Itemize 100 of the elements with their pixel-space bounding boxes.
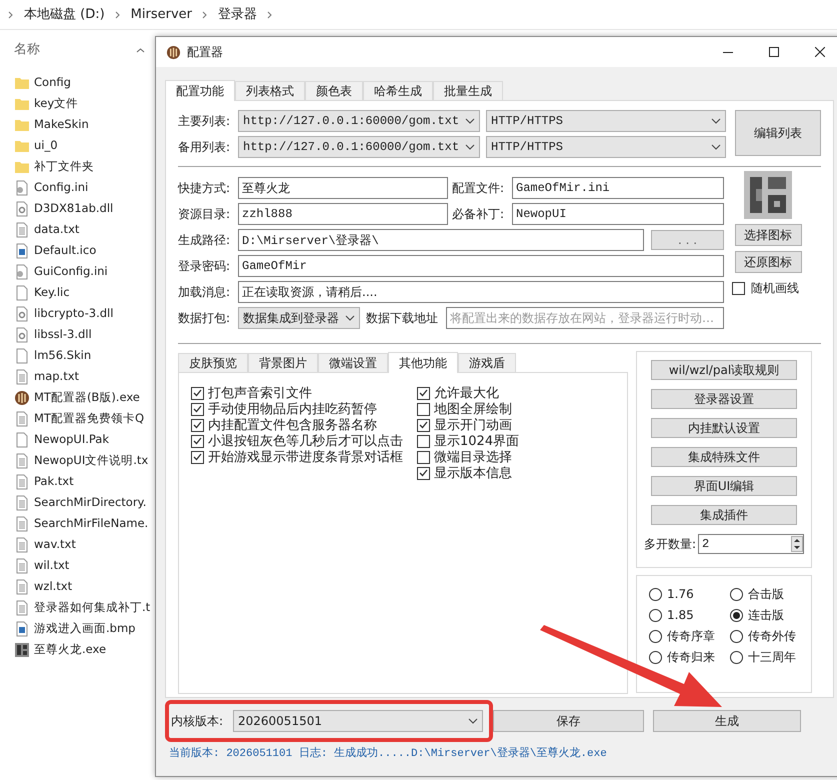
file-name[interactable]: wzl.txt <box>34 578 72 596</box>
button[interactable]: wil/wzl/pal读取规则 <box>651 360 797 380</box>
file-name[interactable]: SearchMirDirectory. <box>34 494 146 512</box>
button[interactable]: 还原图标 <box>734 251 802 273</box>
chevron-right-icon <box>267 10 273 18</box>
checkbox[interactable] <box>417 450 430 464</box>
protocol-dropdown[interactable]: HTTP/HTTPS <box>486 110 726 132</box>
file-name[interactable]: 补丁文件夹 <box>34 158 94 176</box>
text-field[interactable]: 至尊火龙 <box>238 177 448 199</box>
core-version-dropdown[interactable]: 20260051501 <box>233 710 483 732</box>
file-name[interactable]: NewopUI.Pak <box>34 430 110 448</box>
checkbox[interactable] <box>191 434 204 448</box>
button[interactable]: 生成 <box>653 710 801 732</box>
file-name[interactable]: MT配置器(B版).exe <box>34 388 140 406</box>
tab[interactable]: 配置功能 <box>165 80 235 101</box>
tab[interactable]: 游戏盾 <box>458 353 516 372</box>
protocol-dropdown[interactable]: HTTP/HTTPS <box>486 136 726 158</box>
text-field[interactable]: D:\Mirserver\登录器\ <box>238 229 644 251</box>
file-name[interactable]: Pak.txt <box>34 472 74 490</box>
file-name[interactable]: lm56.Skin <box>34 346 92 364</box>
checkbox[interactable] <box>417 418 430 432</box>
tab[interactable]: 颜色表 <box>305 81 363 100</box>
file-name[interactable]: Config <box>34 74 71 92</box>
text-field[interactable]: NewopUI <box>512 203 724 225</box>
breadcrumb-item[interactable]: Mirserver <box>130 4 192 24</box>
file-name[interactable]: wil.txt <box>34 556 70 574</box>
checkbox[interactable] <box>732 282 745 294</box>
data-pack-dropdown[interactable]: 数据集成到登录器 <box>238 307 360 329</box>
file-name[interactable]: wav.txt <box>34 536 76 554</box>
file-name[interactable]: Default.ico <box>34 242 96 260</box>
tab[interactable]: 背景图片 <box>248 353 318 372</box>
file-name[interactable]: ui_0 <box>34 136 58 154</box>
tab[interactable]: 批量生成 <box>433 81 503 100</box>
radio-button[interactable] <box>649 650 662 664</box>
button[interactable]: 登录器设置 <box>651 389 797 409</box>
radio-button[interactable] <box>649 630 662 642</box>
file-name[interactable]: 至尊火龙.exe <box>34 640 106 658</box>
file-name[interactable]: key文件 <box>34 94 78 112</box>
file-name[interactable]: Config.ini <box>34 178 88 196</box>
url-dropdown[interactable]: http://127.0.0.1:60000/gom.txt <box>238 110 480 132</box>
field-label: 加载消息: <box>178 284 232 301</box>
button[interactable]: 内挂默认设置 <box>651 418 797 438</box>
button[interactable]: 保存 <box>493 710 644 732</box>
field-label: 生成路径: <box>178 232 232 249</box>
radio-button[interactable] <box>730 650 743 664</box>
button[interactable]: 界面UI编辑 <box>651 476 797 496</box>
checkbox[interactable] <box>191 402 204 416</box>
text-field[interactable]: GameOfMir <box>238 255 724 277</box>
button[interactable]: 集成特殊文件 <box>651 447 797 467</box>
checkbox-label: 显示版本信息 <box>434 466 512 480</box>
field-label: 数据下载地址 <box>365 310 439 327</box>
file-icon <box>14 284 30 300</box>
file-name[interactable]: libssl-3.dll <box>34 326 92 344</box>
file-name[interactable]: libcrypto-3.dll <box>34 304 114 322</box>
tab[interactable]: 皮肤预览 <box>178 353 248 372</box>
file-name[interactable]: SearchMirFileName. <box>34 514 148 532</box>
text-field[interactable]: GameOfMir.ini <box>512 177 724 199</box>
file-name[interactable]: GuiConfig.ini <box>34 262 108 280</box>
radio-label: 1.85 <box>667 607 694 624</box>
file-name[interactable]: Key.lic <box>34 284 70 302</box>
checkbox[interactable] <box>191 386 204 400</box>
tab[interactable]: 哈希生成 <box>363 81 433 100</box>
checkbox[interactable] <box>417 386 430 400</box>
checkbox[interactable] <box>417 466 430 480</box>
file-name[interactable]: data.txt <box>34 220 80 238</box>
button[interactable]: 选择图标 <box>734 224 802 246</box>
tab[interactable]: 微端设置 <box>318 353 388 372</box>
text-field[interactable]: 正在读取资源，请稍后.... <box>238 281 724 303</box>
radio-button[interactable] <box>730 608 743 622</box>
column-header[interactable]: 名称 <box>14 40 40 60</box>
url-dropdown[interactable]: http://127.0.0.1:60000/gom.txt <box>238 136 480 158</box>
text-file-icon <box>14 452 30 468</box>
text-field[interactable]: zzhl888 <box>238 203 448 225</box>
number-spinner[interactable]: 2 <box>698 534 804 554</box>
browse-button[interactable]: . . . <box>651 230 724 250</box>
file-name[interactable]: 登录器如何集成补丁.t <box>34 598 150 616</box>
text-file-icon <box>14 410 30 426</box>
text-field[interactable]: 将配置出来的数据存放在网站，登录器运行时动… <box>446 307 724 329</box>
file-icon <box>14 348 30 364</box>
checkbox[interactable] <box>417 402 430 416</box>
radio-button[interactable] <box>730 630 743 642</box>
file-name[interactable]: NewopUI文件说明.tx <box>34 452 148 470</box>
file-name[interactable]: map.txt <box>34 368 80 386</box>
button[interactable]: 集成插件 <box>651 505 797 525</box>
file-name[interactable]: 游戏进入画面.bmp <box>34 620 136 638</box>
checkbox[interactable] <box>417 434 430 448</box>
breadcrumb-item[interactable]: 登录器 <box>218 4 257 24</box>
file-name[interactable]: MT配置器免费领卡Q <box>34 410 144 428</box>
tab[interactable]: 其他功能 <box>388 352 458 373</box>
checkbox[interactable] <box>191 418 204 432</box>
radio-button[interactable] <box>649 588 662 600</box>
radio-label: 连击版 <box>748 607 784 624</box>
radio-button[interactable] <box>649 608 662 622</box>
button[interactable]: 编辑列表 <box>735 110 821 156</box>
breadcrumb-item[interactable]: 本地磁盘 (D:) <box>24 4 105 24</box>
file-name[interactable]: MakeSkin <box>34 116 89 134</box>
checkbox[interactable] <box>191 450 204 464</box>
tab[interactable]: 列表格式 <box>235 81 305 100</box>
file-name[interactable]: D3DX81ab.dll <box>34 200 114 218</box>
radio-button[interactable] <box>730 588 743 600</box>
